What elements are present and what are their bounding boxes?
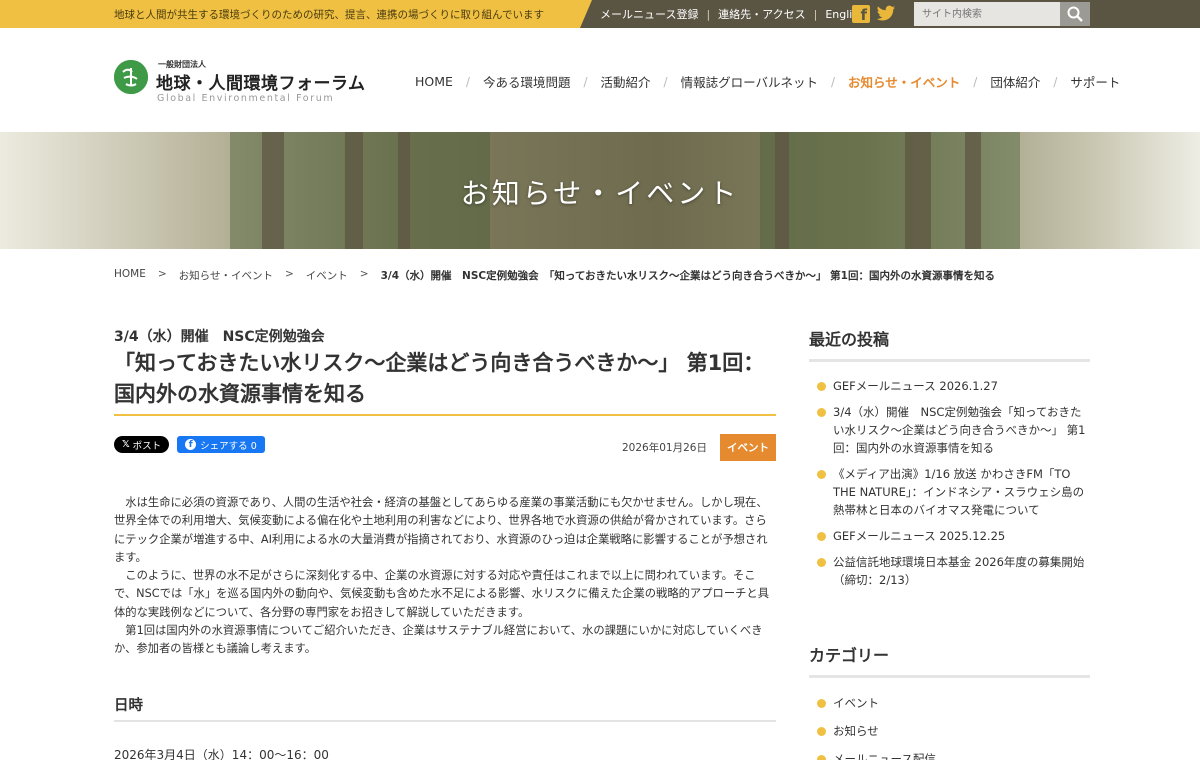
utility-links: メールニュース登録 | 連絡先・アクセス | English — [600, 0, 865, 28]
search-input[interactable] — [914, 2, 1060, 26]
section-divider — [114, 720, 776, 722]
body-paragraph: このように、世界の水不足がさらに深刻化する中、企業の水資源に対する対応や責任はこ… — [114, 569, 770, 619]
site-logo[interactable]: 一般財団法人 地球・人間環境フォーラム Global Environmental… — [114, 58, 365, 106]
x-post-button[interactable]: 𝕏 ポスト — [114, 436, 170, 453]
contact-access-link[interactable]: 連絡先・アクセス — [718, 6, 805, 22]
share-buttons: 𝕏 ポスト f シェアする 0 — [114, 436, 265, 453]
article: 3/4（水）開催 NSC定例勉強会 「知っておきたい水リスク〜企業はどう向き合う… — [114, 326, 776, 760]
nav-divider: / — [465, 74, 470, 89]
facebook-share-label: シェアする 0 — [200, 440, 257, 452]
recent-post-item[interactable]: GEFメールニュース 2026.1.27 — [809, 377, 1090, 395]
breadcrumb-news-events[interactable]: お知らせ・イベント — [179, 268, 273, 283]
recent-post-item[interactable]: 3/4（水）開催 NSC定例勉強会「知っておきたい水リスク〜企業はどう向き合うべ… — [809, 403, 1090, 457]
x-icon: 𝕏 — [122, 439, 130, 450]
nav-about[interactable]: 団体紹介 — [990, 72, 1040, 91]
recent-post-link[interactable]: GEFメールニュース 2026.1.27 — [833, 379, 998, 393]
nav-environment-issues[interactable]: 今ある環境問題 — [483, 72, 571, 91]
org-name-english: Global Environmental Forum — [157, 93, 335, 104]
breadcrumb-home[interactable]: HOME — [114, 268, 146, 283]
sidebar: 最近の投稿 GEFメールニュース 2026.1.27 3/4（水）開催 NSC定… — [809, 326, 1090, 760]
recent-posts-header: 最近の投稿 — [809, 326, 1090, 362]
nav-global-net[interactable]: 情報誌グローバルネット — [681, 72, 818, 91]
recent-post-item[interactable]: 公益信託地球環境日本基金 2026年度の募集開始（締切：2/13） — [809, 553, 1090, 589]
body-paragraph: 第1回は国内外の水資源事情についてご紹介いただき、企業はサステナブル経営において… — [114, 624, 763, 656]
divider: | — [706, 7, 711, 21]
sidebar-divider — [809, 675, 1090, 678]
breadcrumb-separator: > — [359, 268, 369, 280]
page-title: お知らせ・イベント — [460, 177, 740, 210]
nav-support[interactable]: サポート — [1070, 72, 1120, 91]
article-subtitle: 3/4（水）開催 NSC定例勉強会 — [114, 329, 325, 345]
recent-post-item[interactable]: 《メディア出演》1/16 放送 かわさきFM「TO THE NATURE」：イン… — [809, 465, 1090, 519]
post-date: 2026年01月26日 — [622, 442, 707, 454]
category-link[interactable]: お知らせ — [833, 724, 879, 738]
breadcrumb-current: 3/4（水）開催 NSC定例勉強会 「知っておきたい水リスク〜企業はどう向き合う… — [380, 270, 995, 282]
bullet-icon — [817, 699, 826, 708]
category-badge[interactable]: イベント — [720, 434, 776, 461]
site-tagline: 地球と人間が共生する環境づくりのための研究、提言、連携の場づくりに取り組んでいま… — [114, 9, 544, 21]
facebook-icon[interactable]: f — [852, 5, 870, 23]
recent-post-link[interactable]: 《メディア出演》1/16 放送 かわさきFM「TO THE NATURE」：イン… — [833, 467, 1084, 517]
body-paragraph: 水は生命に必須の資源であり、人間の生活や社会・経済の基盤としてあらゆる産業の事業… — [114, 496, 768, 564]
divider: | — [813, 7, 818, 21]
title-underline — [114, 414, 776, 416]
recent-posts-list: GEFメールニュース 2026.1.27 3/4（水）開催 NSC定例勉強会「知… — [809, 377, 1090, 597]
bullet-icon — [817, 727, 826, 736]
nav-divider: / — [1053, 74, 1058, 89]
breadcrumb-separator: > — [157, 268, 167, 280]
twitter-icon[interactable] — [876, 5, 896, 23]
search-icon — [1067, 6, 1083, 22]
recent-post-link[interactable]: 公益信託地球環境日本基金 2026年度の募集開始（締切：2/13） — [833, 555, 1084, 587]
logo-emblem-icon — [114, 60, 148, 94]
article-body: 水は生命に必須の資源であり、人間の生活や社会・経済の基盤としてあらゆる産業の事業… — [114, 494, 776, 659]
categories-list: イベント お知らせ メールニュース配信 — [809, 694, 1090, 760]
recent-post-item[interactable]: GEFメールニュース 2025.12.25 — [809, 527, 1090, 545]
breadcrumb-separator: > — [284, 268, 294, 280]
recent-post-link[interactable]: 3/4（水）開催 NSC定例勉強会「知っておきたい水リスク〜企業はどう向き合うべ… — [833, 405, 1085, 455]
sns-links: f — [852, 5, 896, 23]
nav-activities[interactable]: 活動紹介 — [601, 72, 651, 91]
bullet-icon — [817, 470, 826, 479]
page-hero-banner: お知らせ・イベント — [0, 132, 1200, 249]
nav-news-events[interactable]: お知らせ・イベント — [848, 72, 960, 91]
bullet-icon — [817, 382, 826, 391]
sidebar-divider — [809, 359, 1090, 362]
recent-posts-heading: 最近の投稿 — [809, 330, 890, 349]
nav-divider: / — [830, 74, 836, 89]
breadcrumb: HOME > お知らせ・イベント > イベント > 3/4（水）開催 NSC定例… — [114, 268, 995, 283]
org-name: 地球・人間環境フォーラム — [156, 74, 366, 94]
recent-post-link[interactable]: GEFメールニュース 2025.12.25 — [833, 529, 1005, 543]
nav-divider: / — [583, 74, 588, 89]
breadcrumb-event[interactable]: イベント — [306, 268, 348, 283]
categories-heading: カテゴリー — [809, 646, 890, 665]
main-nav: HOME / 今ある環境問題 / 活動紹介 / 情報誌グローバルネット / お知… — [415, 72, 1120, 91]
bullet-icon — [817, 408, 826, 417]
facebook-share-button[interactable]: f シェアする 0 — [177, 436, 265, 453]
nav-home[interactable]: HOME — [415, 74, 453, 89]
category-link[interactable]: イベント — [833, 696, 879, 710]
site-search — [914, 2, 1090, 26]
bullet-icon — [817, 755, 826, 760]
event-datetime: 2026年3月4日（水）14：00〜16：00 — [114, 748, 329, 760]
bullet-icon — [817, 532, 826, 541]
facebook-icon: f — [185, 439, 197, 450]
top-bar: 地球と人間が共生する環境づくりのための研究、提言、連携の場づくりに取り組んでいま… — [0, 0, 1200, 28]
bullet-icon — [817, 558, 826, 567]
x-post-label: ポスト — [132, 440, 162, 452]
category-item[interactable]: お知らせ — [809, 722, 1090, 740]
nav-divider: / — [973, 74, 978, 89]
mail-news-link[interactable]: メールニュース登録 — [600, 6, 698, 22]
search-button[interactable] — [1060, 2, 1090, 26]
datetime-heading: 日時 — [114, 698, 143, 714]
category-item[interactable]: イベント — [809, 694, 1090, 712]
categories-header: カテゴリー — [809, 642, 1090, 678]
category-item[interactable]: メールニュース配信 — [809, 750, 1090, 760]
article-title: 「知っておきたい水リスク〜企業はどう向き合うべきか〜」 第1回：国内外の水資源事… — [114, 351, 765, 406]
nav-divider: / — [663, 74, 668, 89]
category-link[interactable]: メールニュース配信 — [833, 752, 936, 760]
